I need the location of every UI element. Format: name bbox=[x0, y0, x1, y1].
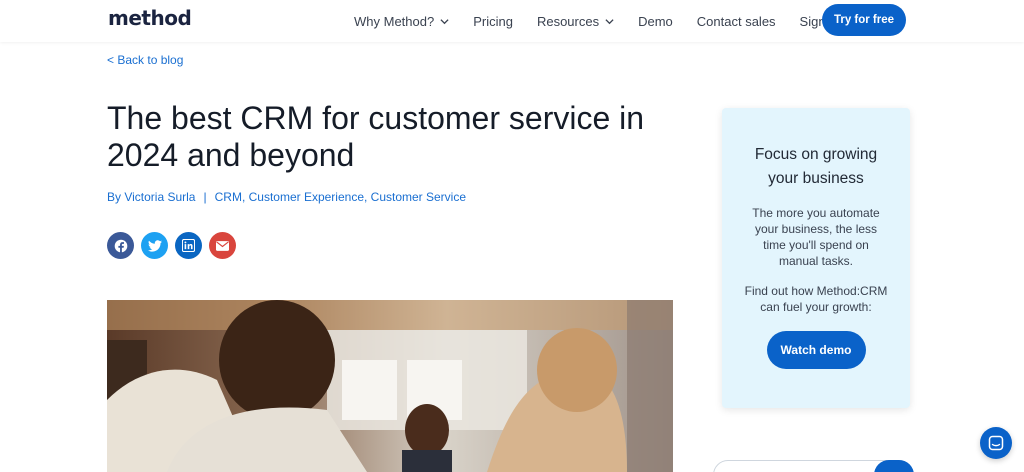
share-email-button[interactable] bbox=[209, 232, 236, 259]
office-photo bbox=[107, 300, 673, 472]
chat-icon bbox=[988, 435, 1004, 451]
site-header: method Why Method? Pricing Resources Dem… bbox=[0, 0, 1024, 42]
chat-launcher-button[interactable] bbox=[980, 427, 1012, 459]
nav-contact-sales-label: Contact sales bbox=[696, 13, 776, 29]
card-body-text: The more you automate your business, the… bbox=[752, 206, 880, 268]
share-twitter-button[interactable] bbox=[141, 232, 168, 259]
share-facebook-button[interactable] bbox=[107, 232, 134, 259]
main-nav: Why Method? Pricing Resources Demo Conta… bbox=[354, 0, 863, 42]
card-find-text: Find out how Method:CRM can fuel your gr… bbox=[744, 284, 888, 314]
byline: By Victoria Surla | CRM, Customer Experi… bbox=[107, 190, 466, 204]
nav-resources[interactable]: Resources bbox=[537, 14, 614, 29]
nav-pricing[interactable]: Pricing bbox=[473, 14, 513, 29]
facebook-icon bbox=[114, 239, 127, 253]
nav-demo[interactable]: Demo bbox=[638, 14, 673, 29]
byline-separator: | bbox=[203, 190, 207, 204]
method-logo[interactable]: method bbox=[108, 6, 192, 30]
hero-image bbox=[107, 300, 673, 472]
nav-why-method-label: Why Method? bbox=[354, 13, 435, 29]
nav-demo-label: Demo bbox=[638, 13, 673, 29]
share-buttons bbox=[107, 232, 243, 259]
try-for-free-button[interactable]: Try for free bbox=[822, 4, 906, 36]
nav-resources-label: Resources bbox=[536, 13, 600, 29]
back-to-blog-link[interactable]: < Back to blog bbox=[107, 53, 183, 67]
chevron-down-icon bbox=[440, 18, 449, 24]
chevron-down-icon bbox=[605, 18, 614, 24]
watch-demo-button[interactable]: Watch demo bbox=[766, 331, 866, 369]
share-linkedin-button[interactable] bbox=[175, 232, 202, 259]
linkedin-icon bbox=[182, 239, 195, 252]
subscribe-submit-button[interactable] bbox=[874, 460, 914, 472]
sidebar-cta-card: Focus on growing your business The more … bbox=[722, 108, 910, 408]
article-title: The best CRM for customer service in 202… bbox=[107, 100, 645, 173]
category-links[interactable]: CRM, Customer Experience, Customer Servi… bbox=[215, 190, 466, 204]
nav-why-method[interactable]: Why Method? bbox=[354, 14, 449, 29]
card-heading: Focus on growing your business bbox=[754, 146, 878, 187]
subscribe-form-peek[interactable] bbox=[713, 460, 914, 472]
nav-pricing-label: Pricing bbox=[473, 13, 513, 29]
author-link[interactable]: By Victoria Surla bbox=[107, 190, 195, 204]
twitter-icon bbox=[147, 239, 162, 252]
nav-contact-sales[interactable]: Contact sales bbox=[697, 14, 776, 29]
email-icon bbox=[216, 240, 229, 251]
